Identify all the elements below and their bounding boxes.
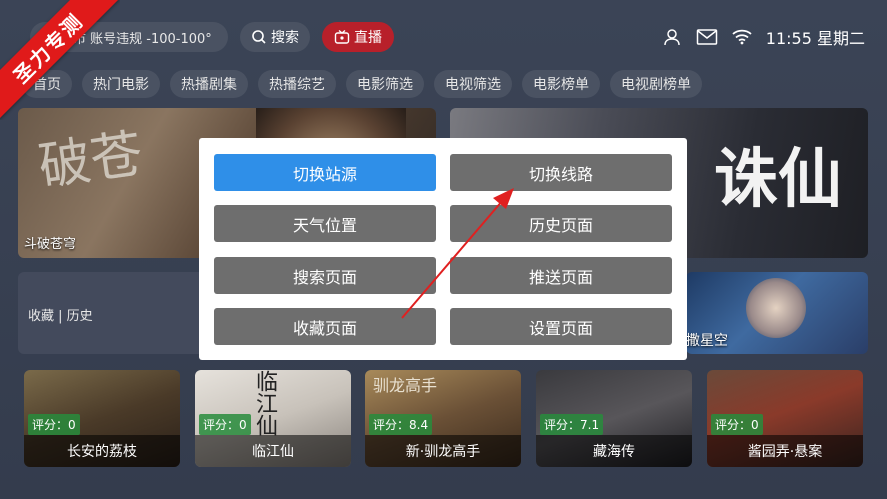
live-label: 直播 — [354, 30, 382, 46]
poster-card[interactable]: 驯龙高手 评分：8.4 新·驯龙高手 — [365, 370, 521, 467]
tab-tv-filter[interactable]: 电视筛选 — [434, 70, 512, 98]
poster-card[interactable]: 评分：0 长安的荔枝 — [24, 370, 180, 467]
favorites-page-button[interactable]: 收藏页面 — [214, 308, 436, 345]
banner-right-art: 诛仙 — [714, 142, 842, 217]
tab-hot-series[interactable]: 热播剧集 — [170, 70, 248, 98]
search-page-button[interactable]: 搜索页面 — [214, 257, 436, 294]
mail-icon[interactable] — [696, 28, 718, 46]
poster-card[interactable]: 评分：7.1 藏海传 — [536, 370, 692, 467]
poster-title: 藏海传 — [536, 435, 692, 467]
status-area: 11:55 星期二 — [662, 24, 865, 50]
rating-badge: 评分：8.4 — [369, 414, 433, 435]
settings-menu-dialog: 切换站源 切换线路 天气位置 历史页面 搜索页面 推送页面 收藏页面 设置页面 — [199, 138, 687, 360]
poster-title: 临江仙 — [195, 435, 351, 467]
history-page-button[interactable]: 历史页面 — [450, 205, 672, 242]
switch-line-button[interactable]: 切换线路 — [450, 154, 672, 191]
poster-art: 驯龙高手 — [373, 376, 438, 395]
tab-movie-filter[interactable]: 电影筛选 — [346, 70, 424, 98]
tab-movie-ranking[interactable]: 电影榜单 — [522, 70, 600, 98]
live-button[interactable]: 直播 — [322, 22, 394, 52]
poster-card[interactable]: 评分：0 酱园弄·悬案 — [707, 370, 863, 467]
poster-art: 临江仙 — [252, 370, 277, 436]
rating-badge: 评分：0 — [711, 414, 763, 435]
poster-title: 新·驯龙高手 — [365, 435, 521, 467]
top-bar: 京市 账号违规 -100-100° 搜索 直播 11:55 星期二 — [0, 0, 887, 70]
search-label: 搜索 — [271, 30, 299, 46]
tv-icon — [334, 29, 350, 45]
banner-left-caption: 斗破苍穹 — [24, 237, 77, 252]
poster-title: 长安的荔枝 — [24, 435, 180, 467]
push-page-button[interactable]: 推送页面 — [450, 257, 672, 294]
ribbon-label: 圣力专测 — [0, 0, 120, 120]
user-icon[interactable] — [662, 27, 682, 47]
switch-source-button[interactable]: 切换站源 — [214, 154, 436, 191]
banner-left-art: 破苍 — [35, 124, 147, 198]
star-card[interactable]: 撒星空 — [686, 272, 868, 354]
settings-page-button[interactable]: 设置页面 — [450, 308, 672, 345]
test-ribbon: 圣力专测 — [0, 0, 120, 120]
nav-tabs: 首页 热门电影 热播剧集 热播综艺 电影筛选 电视筛选 电影榜单 电视剧榜单 — [22, 70, 702, 98]
rating-badge: 评分：0 — [199, 414, 251, 435]
search-icon — [251, 29, 267, 45]
tab-tv-ranking[interactable]: 电视剧榜单 — [610, 70, 702, 98]
poster-card[interactable]: 临江仙 评分：0 临江仙 — [195, 370, 351, 467]
star-card-art — [746, 278, 806, 338]
rating-badge: 评分：7.1 — [540, 414, 604, 435]
weather-location-button[interactable]: 天气位置 — [214, 205, 436, 242]
tab-hot-variety[interactable]: 热播综艺 — [258, 70, 336, 98]
search-button[interactable]: 搜索 — [240, 22, 310, 52]
clock: 11:55 星期二 — [765, 29, 865, 48]
star-card-caption: 撒星空 — [686, 333, 728, 349]
poster-title: 酱园弄·悬案 — [707, 435, 863, 467]
rating-badge: 评分：0 — [28, 414, 80, 435]
wifi-icon — [732, 29, 752, 45]
history-label: 收藏 | 历史 — [28, 309, 93, 324]
